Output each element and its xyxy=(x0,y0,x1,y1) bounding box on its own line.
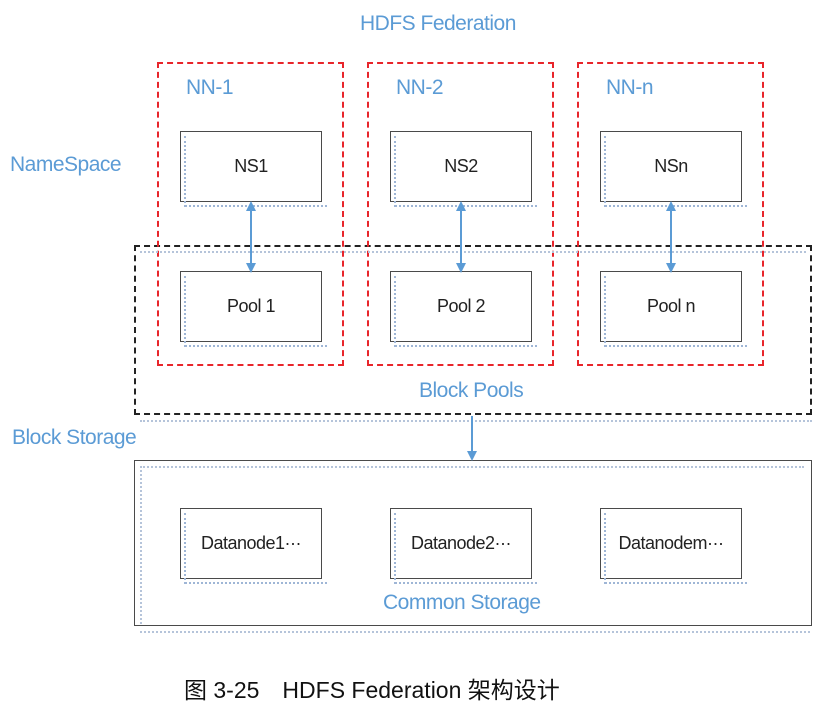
figure-caption: 图 3-25 HDFS Federation 架构设计 xyxy=(184,677,560,703)
connector-arrows xyxy=(246,201,676,461)
